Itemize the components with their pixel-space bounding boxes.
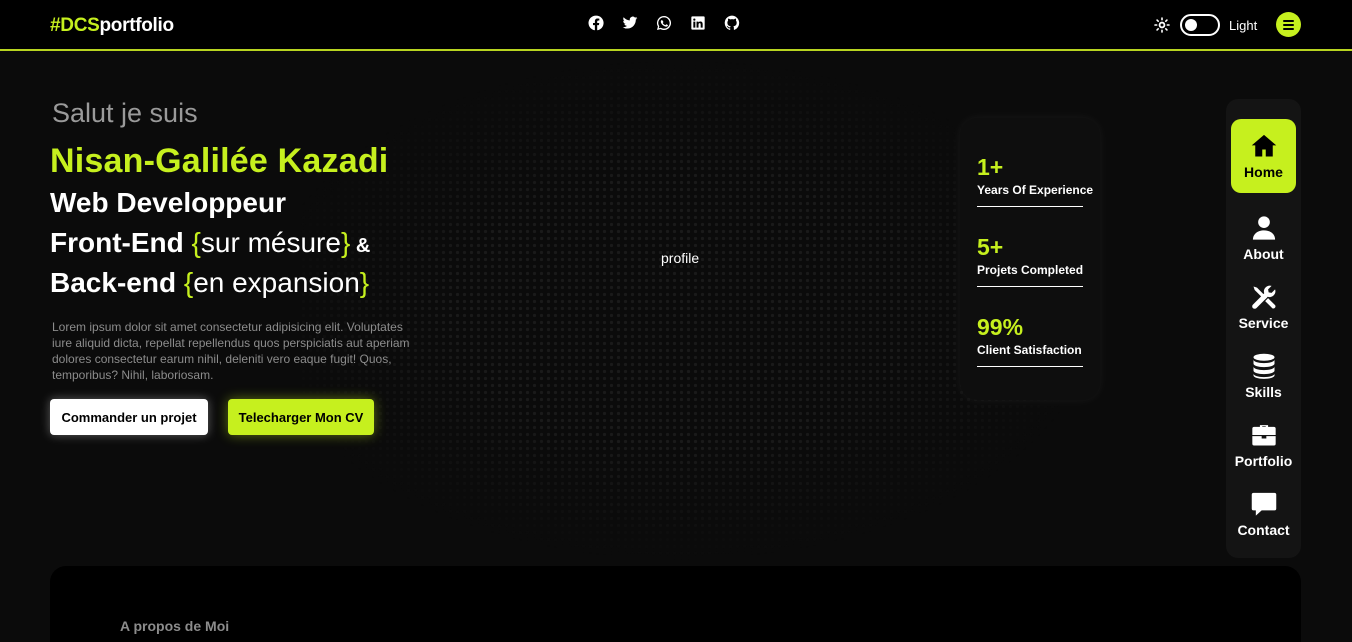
profile-alt-text: profile <box>661 250 700 266</box>
stat-divider <box>977 286 1083 287</box>
stat-projects: 5+ Projets Completed <box>977 234 1083 287</box>
brace-close: } <box>359 267 370 298</box>
social-links <box>588 15 740 31</box>
nav-item-contact[interactable]: Contact <box>1231 477 1296 551</box>
sun-icon <box>1154 17 1170 33</box>
role-3-highlight: en expansion <box>193 267 360 298</box>
logo[interactable]: #DCSportfolio <box>50 15 174 37</box>
about-title: A propos de Moi <box>120 618 230 634</box>
facebook-icon[interactable] <box>588 15 604 31</box>
stat-value: 5+ <box>977 234 1004 260</box>
briefcase-icon <box>1251 425 1276 446</box>
about-section: A propos de Moi <box>50 566 1301 642</box>
nav-item-skills[interactable]: Skills <box>1231 339 1296 413</box>
hamburger-menu-icon[interactable] <box>1276 12 1301 37</box>
brace-open: { <box>183 267 194 298</box>
stat-value: 99% <box>977 314 1024 340</box>
world-map-background <box>300 60 1060 560</box>
chat-icon <box>1251 492 1276 516</box>
role-1-text: Web Developpeur <box>50 187 286 218</box>
brace-close: } <box>340 227 351 258</box>
stats-card: 1+ Years Of Experience 5+ Projets Comple… <box>960 118 1100 400</box>
twitter-icon[interactable] <box>622 15 638 31</box>
download-cv-button[interactable]: Telecharger Mon CV <box>228 399 374 435</box>
github-icon[interactable] <box>724 15 740 31</box>
role-2-suffix: & <box>350 235 371 257</box>
role-line-1: Web Developpeur <box>50 187 286 219</box>
stat-label: Projets Completed <box>977 263 1084 277</box>
theme-toggle[interactable] <box>1180 14 1220 36</box>
toggle-knob <box>1185 19 1197 31</box>
nav-item-service[interactable]: Service <box>1231 270 1296 344</box>
nav-label: Home <box>1244 164 1283 180</box>
side-navigation: Home About Service Skills Portfolio Cont… <box>1226 99 1301 558</box>
stat-satisfaction: 99% Client Satisfaction <box>977 314 1083 367</box>
whatsapp-icon[interactable] <box>656 15 672 31</box>
stat-divider <box>977 366 1083 367</box>
nav-item-about[interactable]: About <box>1231 201 1296 275</box>
role-line-3: Back-end {en expansion} <box>50 267 369 299</box>
theme-switcher: Light <box>1154 14 1257 36</box>
stat-label: Years Of Experience <box>977 183 1094 197</box>
user-icon <box>1252 216 1275 240</box>
stat-label: Client Satisfaction <box>977 343 1082 357</box>
brace-open: { <box>191 227 201 258</box>
nav-item-home[interactable]: Home <box>1231 119 1296 193</box>
nav-label: Skills <box>1245 384 1282 400</box>
hero-name: Nisan-Galilée Kazadi <box>50 142 389 180</box>
nav-label: About <box>1243 246 1284 262</box>
order-project-button[interactable]: Commander un projet <box>50 399 208 435</box>
hero-description: Lorem ipsum dolor sit amet consectetur a… <box>52 320 410 382</box>
role-3-prefix: Back-end <box>50 267 184 298</box>
database-icon <box>1253 353 1274 379</box>
home-icon <box>1251 134 1276 157</box>
nav-label: Service <box>1238 315 1289 331</box>
role-2-prefix: Front-End <box>50 227 192 258</box>
linkedin-icon[interactable] <box>690 15 706 31</box>
role-2-highlight: sur mésure <box>200 227 341 258</box>
logo-rest: portfolio <box>99 15 174 36</box>
nav-label: Contact <box>1237 522 1290 538</box>
theme-label: Light <box>1229 17 1258 33</box>
tools-icon <box>1251 285 1275 309</box>
profile-image: profile <box>661 250 699 266</box>
logo-accent: #DCS <box>50 15 100 36</box>
stat-experience: 1+ Years Of Experience <box>977 154 1094 207</box>
nav-item-portfolio[interactable]: Portfolio <box>1231 408 1296 482</box>
nav-label: Portfolio <box>1234 453 1293 469</box>
stat-divider <box>977 206 1083 207</box>
stat-value: 1+ <box>977 154 1004 180</box>
greeting: Salut je suis <box>52 98 198 128</box>
role-line-2: Front-End {sur mésure} & <box>50 227 370 259</box>
header: #DCSportfolio Light <box>0 0 1352 51</box>
